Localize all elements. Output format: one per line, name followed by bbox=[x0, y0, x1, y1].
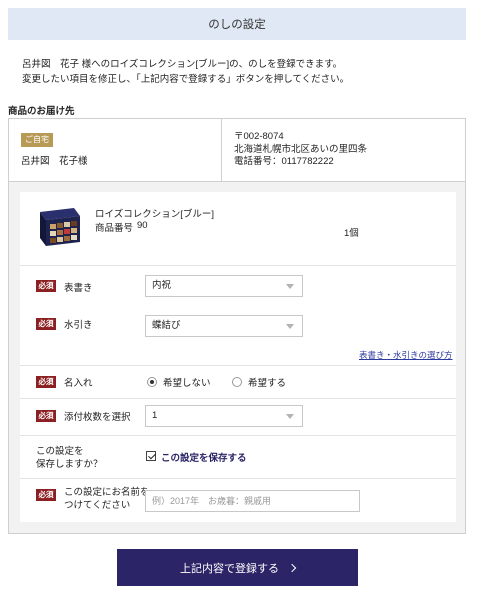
delivery-recipient: ご自宅 呂井図 花子様 bbox=[9, 119, 222, 181]
omotegaki-label: 表書き bbox=[64, 283, 93, 294]
chevron-right-icon bbox=[287, 563, 297, 572]
tenpu-label: 添付枚数を選択 bbox=[64, 412, 131, 423]
omotegaki-select[interactable]: 内祝 bbox=[145, 275, 303, 297]
product-name: ロイズコレクション[ブルー] bbox=[95, 209, 214, 220]
delivery-section-title: 商品のお届け先 bbox=[8, 106, 75, 117]
chevron-down-icon bbox=[286, 284, 294, 289]
page-header: のしの設定 bbox=[8, 8, 466, 40]
required-badge: 必須 bbox=[36, 410, 56, 422]
naire-option-no-label[interactable]: 希望しない bbox=[163, 375, 211, 389]
street-address: 北海道札幌市北区あいの里四条 bbox=[234, 143, 368, 155]
product-image bbox=[40, 208, 80, 246]
naire-radio-no[interactable] bbox=[147, 377, 157, 387]
register-button[interactable]: 上記内容で登録する bbox=[117, 549, 358, 586]
divider bbox=[20, 435, 456, 436]
product-quantity: 1個 bbox=[344, 228, 359, 239]
tenpu-value: 1 bbox=[152, 410, 158, 421]
noshi-settings-panel: ロイズコレクション[ブルー] 商品番号 90 1個 必須 表書き 内祝 必須 水… bbox=[8, 182, 466, 534]
register-button-label: 上記内容で登録する bbox=[180, 562, 279, 575]
save-setting-label-line2: 保存しますか？ bbox=[36, 459, 103, 470]
tenpu-select[interactable]: 1 bbox=[145, 405, 303, 427]
required-badge: 必須 bbox=[36, 376, 56, 388]
product-number-label: 商品番号 bbox=[95, 223, 134, 234]
naire-radio-yes[interactable] bbox=[232, 377, 242, 387]
mizuhiki-value: 蝶結び bbox=[152, 320, 181, 331]
noshi-settings-card: ロイズコレクション[ブルー] 商品番号 90 1個 必須 表書き 内祝 必須 水… bbox=[20, 192, 456, 522]
naire-option-yes-label[interactable]: 希望する bbox=[248, 375, 286, 389]
page-title: のしの設定 bbox=[208, 19, 266, 31]
setting-name-label-line1: この設定にお名前を bbox=[64, 487, 150, 498]
intro-text: 呂井図 花子 様へのロイズコレクション[ブルー]の、のしを登録できます。 変更し… bbox=[22, 57, 462, 87]
postal-code: 〒002-8074 bbox=[234, 131, 284, 142]
save-setting-checkbox[interactable] bbox=[146, 451, 156, 461]
home-badge: ご自宅 bbox=[21, 133, 53, 147]
divider bbox=[20, 478, 456, 479]
setting-name-label: この設定にお名前を つけてください bbox=[64, 486, 150, 512]
noshi-guide-link[interactable]: 表書き・水引きの選び方 bbox=[359, 349, 453, 361]
mizuhiki-label: 水引き bbox=[64, 320, 93, 331]
intro-line-1: 呂井図 花子 様へのロイズコレクション[ブルー]の、のしを登録できます。 bbox=[22, 59, 343, 70]
intro-line-2: 変更したい項目を修正し、「上記内容で登録する」ボタンを押してください。 bbox=[22, 74, 350, 85]
setting-name-label-line2: つけてください bbox=[64, 500, 131, 511]
delivery-address-box: ご自宅 呂井図 花子様 〒002-8074 北海道札幌市北区あいの里四条 電話番… bbox=[8, 118, 466, 182]
setting-name-input[interactable]: 例）2017年 お歳暮：親戚用 bbox=[145, 490, 360, 512]
phone-number: 電話番号：0117782222 bbox=[234, 156, 334, 167]
save-setting-label-line1: この設定を bbox=[36, 446, 84, 457]
omotegaki-value: 内祝 bbox=[152, 280, 172, 291]
chevron-down-icon bbox=[286, 414, 294, 419]
save-setting-checkbox-label[interactable]: この設定を保存する bbox=[161, 450, 247, 464]
divider bbox=[20, 398, 456, 399]
setting-name-placeholder: 例）2017年 お歳暮：親戚用 bbox=[152, 496, 272, 506]
required-badge: 必須 bbox=[36, 318, 56, 330]
mizuhiki-select[interactable]: 蝶結び bbox=[145, 315, 303, 337]
product-number: 90 bbox=[137, 220, 148, 231]
divider bbox=[20, 365, 456, 366]
naire-label: 名入れ bbox=[64, 378, 93, 389]
required-badge: 必須 bbox=[36, 280, 56, 292]
recipient-name: 呂井図 花子様 bbox=[21, 156, 88, 167]
delivery-address-details: 〒002-8074 北海道札幌市北区あいの里四条 電話番号：0117782222 bbox=[222, 119, 367, 181]
save-setting-label: この設定を 保存しますか？ bbox=[36, 445, 103, 471]
chevron-down-icon bbox=[286, 324, 294, 329]
required-badge: 必須 bbox=[36, 489, 56, 501]
product-row: ロイズコレクション[ブルー] 商品番号 90 1個 bbox=[20, 192, 456, 266]
